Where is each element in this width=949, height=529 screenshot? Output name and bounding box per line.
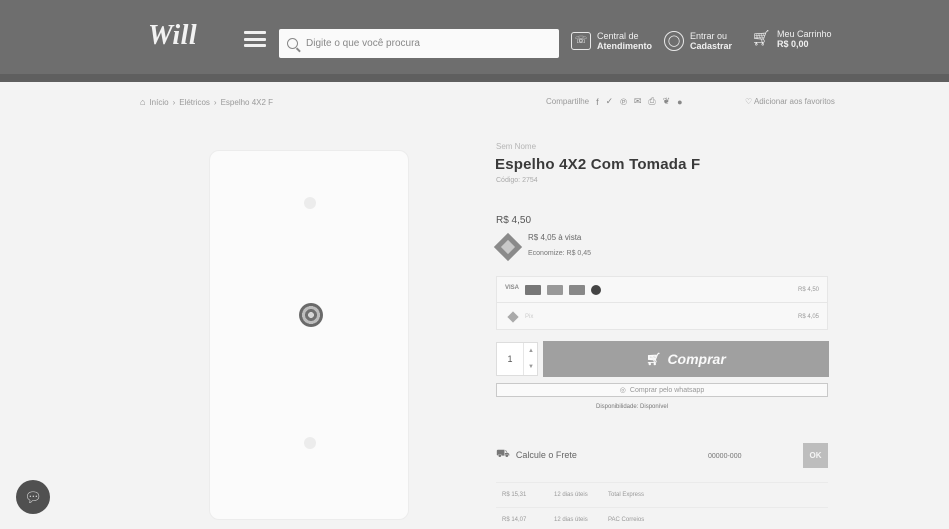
print-icon[interactable]: ⎙	[648, 96, 655, 107]
menu-icon[interactable]	[244, 31, 266, 47]
screw-hole-top	[304, 197, 316, 209]
diners-icon	[591, 284, 601, 295]
whatsapp-icon: ◎	[619, 387, 626, 394]
shipping-options: R$ 15,31 12 dias úteis Total Express R$ …	[496, 482, 828, 529]
pix-savings: Economize: R$ 0,45	[528, 250, 592, 257]
buy-label: Comprar	[667, 351, 726, 367]
twitter-bird-icon[interactable]: ❦	[663, 96, 671, 107]
breadcrumb-home[interactable]: Início	[149, 98, 168, 107]
cart-link[interactable]: 🛒︎ Meu Carrinho R$ 0,00	[751, 29, 832, 49]
shipping-service: PAC Correios	[608, 517, 645, 523]
favorite-link[interactable]: ♡ Adicionar aos favoritos	[745, 97, 835, 106]
visa-icon: VISA	[505, 284, 520, 291]
availability: Disponibilidade: Disponível	[596, 404, 669, 410]
logo-text: Will	[148, 20, 198, 51]
chat-button[interactable]: 💬︎	[16, 480, 50, 514]
shipping-days: 12 dias úteis	[554, 517, 588, 523]
table-row[interactable]: R$ 15,31 12 dias úteis Total Express	[496, 482, 828, 507]
product-price: R$ 4,50	[496, 215, 532, 226]
header-band	[0, 74, 949, 82]
freight-calculator: ⛟ Calcule o Frete	[496, 448, 577, 462]
cart-icon: 🛒︎	[751, 30, 771, 47]
card-payment-row[interactable]: VISA R$ 4,50	[497, 277, 827, 303]
amex-icon	[547, 284, 563, 295]
product-title: Espelho 4X2 Com Tomada F	[495, 156, 701, 173]
breadcrumb: ⌂ Início › Elétricos › Espelho 4X2 F	[140, 97, 274, 107]
login-line2: Cadastrar	[690, 41, 733, 51]
pix-small-icon	[507, 311, 519, 323]
email-icon[interactable]: ✉	[634, 96, 642, 107]
screw-hole-bottom	[304, 437, 316, 449]
site-header: Will ☏ Central deAtendimento ◯ Entrar ou…	[0, 0, 949, 82]
quantity-input[interactable]	[497, 354, 523, 364]
cart-icon: 🛒︎	[646, 352, 662, 366]
pix-label: Pix	[525, 314, 534, 320]
table-row[interactable]: R$ 14,07 12 dias úteis PAC Correios	[496, 507, 828, 529]
login-link[interactable]: ◯ Entrar ou Cadastrar	[664, 31, 732, 51]
share-bar: Compartilhe f ✓ ℗ ✉ ⎙ ❦ ●	[546, 96, 683, 107]
truck-icon: ⛟	[496, 448, 510, 460]
support-link[interactable]: ☏ Central de Atendimento	[571, 31, 652, 51]
support-line2: Atendimento	[597, 41, 652, 51]
elo-icon	[569, 284, 585, 295]
login-line1: Entrar ou	[690, 31, 728, 41]
product-image[interactable]	[209, 150, 409, 520]
headset-icon: ☏	[571, 32, 591, 50]
payment-options: VISA R$ 4,50 Pix R$ 4,05	[496, 276, 828, 330]
search-bar[interactable]	[279, 29, 559, 58]
quantity-stepper[interactable]: ▲ ▼	[496, 342, 538, 376]
chat-icon: 💬︎	[24, 488, 42, 505]
card-value: R$ 4,50	[797, 286, 819, 293]
whatsapp-buy-label: Comprar pelo whatsapp	[629, 386, 705, 394]
product-code: Código: 2754	[496, 177, 538, 184]
product-brand[interactable]: Sem Nome	[496, 142, 536, 151]
breadcrumb-category[interactable]: Elétricos	[179, 98, 210, 107]
shipping-price: R$ 15,31	[502, 492, 527, 498]
facebook-icon[interactable]: f	[596, 97, 599, 107]
share-label: Compartilhe	[546, 97, 590, 106]
pinterest-icon[interactable]: ℗	[620, 97, 627, 107]
breadcrumb-current: Espelho 4X2 F	[220, 97, 274, 107]
decrement-icon[interactable]: ▼	[524, 359, 538, 375]
pix-price: R$ 4,05 à vista	[528, 233, 582, 242]
search-input[interactable]	[306, 38, 546, 49]
twitter-icon[interactable]: ✓	[606, 96, 614, 107]
buy-button[interactable]: 🛒︎ Comprar	[543, 341, 829, 377]
pix-icon	[493, 232, 523, 261]
home-icon[interactable]: ⌂	[140, 97, 145, 107]
shipping-days: 12 dias úteis	[554, 492, 588, 498]
user-icon: ◯	[664, 31, 684, 51]
calculate-freight-button[interactable]: OK	[803, 443, 828, 468]
freight-label: Calcule o Frete	[515, 450, 577, 460]
shipping-price: R$ 14,07	[502, 517, 527, 523]
mastercard-icon	[525, 284, 541, 295]
cart-line1: Meu Carrinho	[777, 29, 832, 39]
cart-total: R$ 0,00	[777, 39, 809, 49]
pix-payment-row[interactable]: Pix R$ 4,05	[497, 304, 827, 330]
favorite-label: Adicionar aos favoritos	[753, 97, 835, 106]
whatsapp-icon[interactable]: ●	[677, 97, 682, 107]
whatsapp-buy-button[interactable]: ◎ Comprar pelo whatsapp	[496, 383, 828, 397]
site-logo[interactable]: Will	[148, 20, 197, 52]
shipping-service: Total Express	[608, 492, 645, 498]
pix-price-block: R$ 4,05 à vista Economize: R$ 0,45	[493, 232, 592, 261]
coax-connector	[299, 303, 323, 327]
support-line1: Central de	[597, 31, 639, 41]
search-icon[interactable]	[287, 38, 298, 49]
increment-icon[interactable]: ▲	[524, 343, 538, 359]
cep-input[interactable]	[708, 446, 798, 466]
pix-value: R$ 4,05	[797, 314, 819, 320]
